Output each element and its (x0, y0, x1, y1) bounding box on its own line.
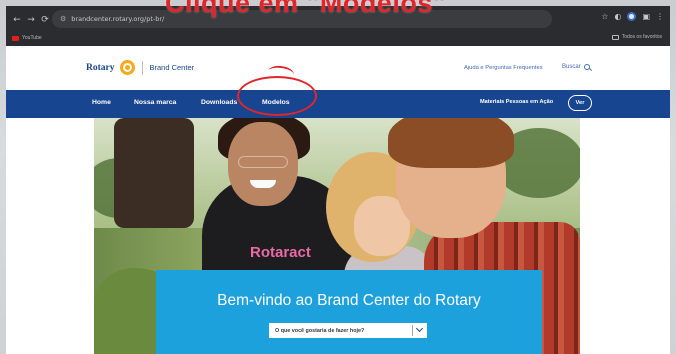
profile-icon[interactable] (627, 12, 637, 21)
search-label: Buscar (562, 64, 581, 70)
nav-nossa-marca[interactable]: Nossa marca (134, 99, 176, 106)
pessoas-em-acao-label: Materiais Pessoas em Ação (480, 99, 554, 105)
glasses (238, 156, 288, 168)
welcome-title: Bem-vindo ao Brand Center do Rotary (217, 292, 481, 309)
welcome-panel: Bem-vindo ao Brand Center do Rotary O qu… (156, 270, 542, 354)
search-icon (583, 64, 590, 70)
chevron-down-icon[interactable] (415, 324, 424, 333)
help-link[interactable]: Ajuda e Perguntas Frequentes (464, 65, 543, 71)
rotary-wheel-icon (119, 60, 135, 75)
smile (250, 180, 276, 188)
bookmark-youtube[interactable]: YouTube (12, 35, 42, 41)
folder-icon (611, 34, 619, 40)
brand-center-label: Brand Center (149, 63, 195, 72)
forward-icon[interactable]: → (24, 15, 38, 25)
rotaract-shirt-text: Rotaract (250, 244, 311, 261)
main-nav: Home Nossa marca Downloads Modelos Mater… (6, 90, 670, 118)
nav-home[interactable]: Home (92, 99, 111, 106)
select-divider (412, 325, 413, 336)
ver-button[interactable]: Ver (568, 95, 592, 111)
all-bookmarks[interactable]: Todos os favoritos (611, 34, 662, 40)
nav-downloads[interactable]: Downloads (201, 99, 237, 106)
background-person (114, 118, 194, 228)
bookmark-label: YouTube (22, 35, 42, 41)
boy-hair (388, 118, 514, 168)
site-info-icon[interactable]: ⚙ (60, 15, 66, 23)
annotation-heading: Clique em "Modelos" (165, 0, 447, 18)
site-header: Rotary Brand Center Ajuda e Perguntas Fr… (6, 46, 670, 90)
logo-text: Rotary (86, 62, 115, 73)
extensions-puzzle-icon[interactable]: ▣ (642, 12, 650, 21)
rotary-logo[interactable]: Rotary Brand Center (86, 60, 194, 75)
search-button[interactable]: Buscar (562, 64, 590, 70)
toolbar-icons: ☆ ◐ ▣ ⋮ (601, 12, 664, 21)
back-icon[interactable]: ← (10, 15, 24, 25)
laptop-screen: ← → ⟳ ⚙ brandcenter.rotary.org/pt-br/ ☆ … (6, 6, 670, 354)
reload-icon[interactable]: ⟳ (38, 15, 52, 25)
bookmark-star-icon[interactable]: ☆ (601, 12, 608, 21)
bookmarks-bar: YouTube Todos os favoritos (6, 32, 670, 44)
logo-divider (141, 60, 143, 75)
youtube-icon (12, 35, 19, 41)
extension-icon[interactable]: ◐ (614, 12, 621, 21)
all-bookmarks-label: Todos os favoritos (621, 34, 662, 40)
url-text: brandcenter.rotary.org/pt-br/ (71, 15, 165, 23)
task-select[interactable]: O que você gostaria de fazer hoje? (269, 323, 427, 338)
menu-kebab-icon[interactable]: ⋮ (656, 12, 664, 21)
annotation-circle (237, 76, 317, 116)
select-placeholder: O que você gostaria de fazer hoje? (275, 327, 365, 334)
